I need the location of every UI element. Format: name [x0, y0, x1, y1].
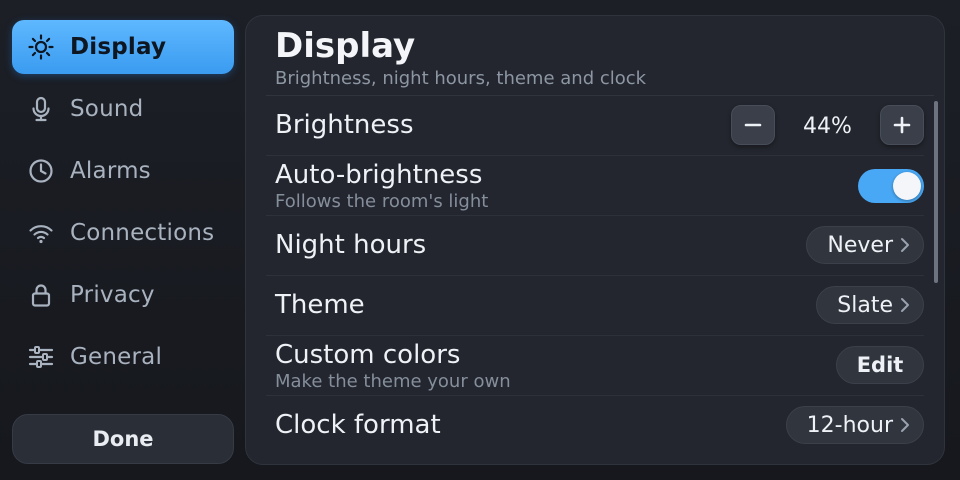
- done-button[interactable]: Done: [12, 414, 234, 464]
- sun-icon: [26, 32, 56, 62]
- auto-brightness-sublabel: Follows the room's light: [275, 191, 489, 212]
- sliders-icon: [26, 342, 56, 372]
- page-title: Display: [275, 26, 416, 66]
- theme-value: Slate: [837, 292, 893, 318]
- night-hours-row: Night hours Never: [266, 216, 924, 276]
- sidebar-item-label: Alarms: [70, 158, 151, 184]
- minus-icon: [744, 123, 762, 127]
- theme-row: Theme Slate: [266, 276, 924, 336]
- brightness-decrease-button[interactable]: [731, 105, 775, 145]
- sidebar-item-connections[interactable]: Connections: [12, 206, 234, 260]
- clock-format-row: Clock format 12-hour: [266, 396, 924, 456]
- chevron-right-icon: [899, 296, 913, 314]
- toggle-knob: [893, 172, 921, 200]
- theme-select[interactable]: Slate: [816, 286, 924, 324]
- brightness-value: 44%: [803, 114, 852, 139]
- auto-brightness-toggle[interactable]: [858, 169, 924, 203]
- lock-icon: [26, 280, 56, 310]
- brightness-increase-button[interactable]: [880, 105, 924, 145]
- scrollbar-thumb[interactable]: [934, 101, 938, 283]
- clock-format-value: 12-hour: [806, 412, 893, 438]
- scrollbar[interactable]: [934, 101, 938, 456]
- settings-screen: Display Sound Alarms Connections Privacy…: [0, 0, 960, 480]
- plus-icon: [893, 116, 911, 134]
- sidebar-item-label: General: [70, 344, 163, 370]
- sidebar-item-label: Connections: [70, 220, 215, 246]
- custom-colors-edit-button[interactable]: Edit: [836, 346, 924, 384]
- theme-label: Theme: [275, 290, 365, 320]
- clock-format-select[interactable]: 12-hour: [785, 406, 924, 444]
- brightness-stepper: 44%: [731, 105, 924, 147]
- brightness-label: Brightness: [275, 110, 414, 140]
- night-hours-select[interactable]: Never: [806, 226, 924, 264]
- page-subtitle: Brightness, night hours, theme and clock: [275, 68, 647, 89]
- sidebar-item-privacy[interactable]: Privacy: [12, 268, 234, 322]
- sidebar-item-label: Privacy: [70, 282, 155, 308]
- sidebar-item-label: Display: [70, 34, 167, 60]
- microphone-icon: [26, 94, 56, 124]
- sidebar-item-sound[interactable]: Sound: [12, 82, 234, 136]
- custom-colors-label: Custom colors: [275, 340, 461, 370]
- clock-format-label: Clock format: [275, 410, 441, 440]
- chevron-right-icon: [899, 236, 913, 254]
- auto-brightness-label: Auto-brightness: [275, 160, 483, 190]
- chevron-right-icon: [899, 416, 913, 434]
- night-hours-label: Night hours: [275, 230, 427, 260]
- sidebar-item-label: Sound: [70, 96, 144, 122]
- sidebar: Display Sound Alarms Connections Privacy…: [12, 20, 234, 464]
- sidebar-item-display[interactable]: Display: [12, 20, 234, 74]
- clock-icon: [26, 156, 56, 186]
- custom-colors-row: Custom colors Make the theme your own Ed…: [266, 336, 924, 396]
- sidebar-item-alarms[interactable]: Alarms: [12, 144, 234, 198]
- night-hours-value: Never: [827, 232, 893, 258]
- brightness-row: Brightness 44%: [266, 96, 924, 156]
- auto-brightness-row: Auto-brightness Follows the room's light: [266, 156, 924, 216]
- wifi-icon: [26, 218, 56, 248]
- custom-colors-sublabel: Make the theme your own: [275, 371, 511, 392]
- display-settings-panel: Display Brightness, night hours, theme a…: [245, 15, 945, 465]
- sidebar-item-general[interactable]: General: [12, 330, 234, 384]
